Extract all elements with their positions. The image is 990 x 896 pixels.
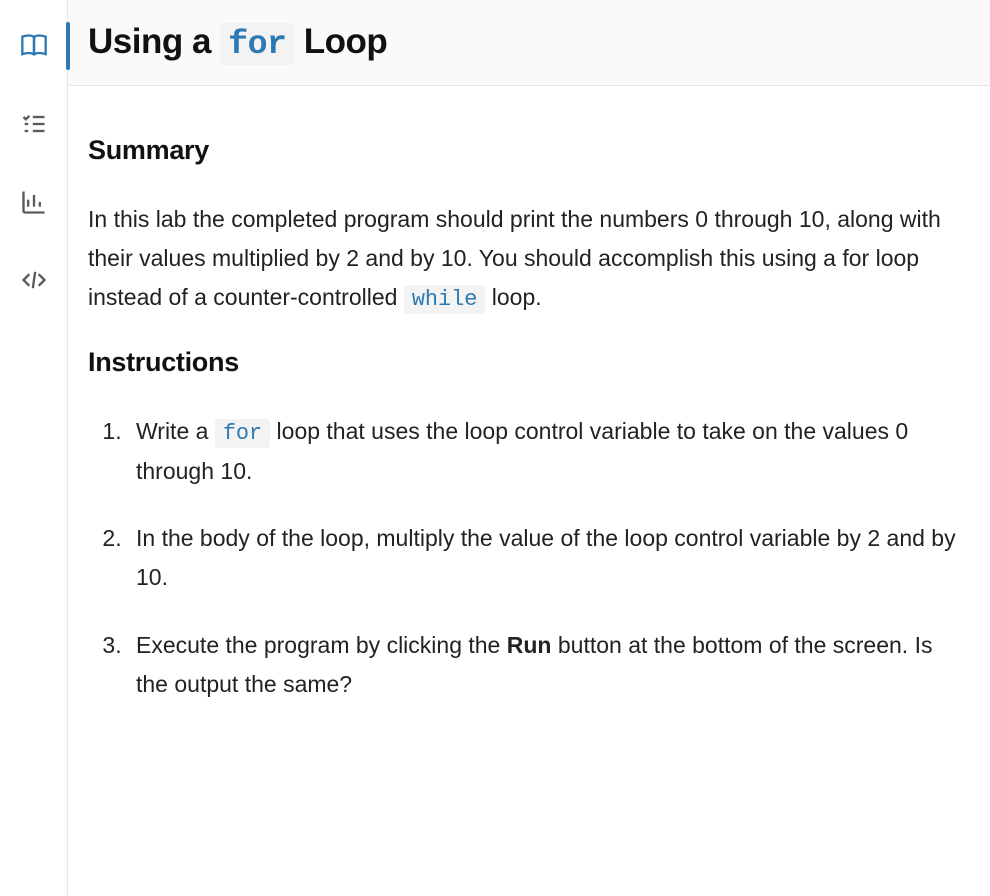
code-icon (20, 266, 48, 294)
main-panel: Using a for Loop Summary In this lab the… (68, 0, 990, 896)
instructions-list: Write a for loop that uses the loop cont… (88, 412, 962, 704)
page-header: Using a for Loop (68, 0, 990, 86)
sidebar-item-checklist[interactable] (16, 106, 52, 142)
instructions-heading: Instructions (88, 340, 962, 386)
sidebar-item-book[interactable] (16, 28, 52, 64)
sidebar-item-code[interactable] (16, 262, 52, 298)
summary-post: loop. (485, 284, 541, 310)
checklist-icon (20, 110, 48, 138)
app-shell: Using a for Loop Summary In this lab the… (0, 0, 990, 896)
chart-icon (20, 188, 48, 216)
instruction-step-2: In the body of the loop, multiply the va… (128, 519, 962, 597)
title-post: Loop (295, 22, 388, 61)
book-icon (20, 32, 48, 60)
title-code: for (220, 23, 294, 65)
step3-pre: Execute the program by clicking the (136, 632, 507, 658)
instruction-step-1: Write a for loop that uses the loop cont… (128, 412, 962, 491)
sidebar-item-chart[interactable] (16, 184, 52, 220)
summary-code-while: while (404, 285, 486, 314)
step2-text: In the body of the loop, multiply the va… (136, 525, 956, 590)
instruction-step-3: Execute the program by clicking the Run … (128, 626, 962, 704)
content-body: Summary In this lab the completed progra… (68, 86, 990, 762)
step3-strong-run: Run (507, 632, 552, 658)
sidebar-nav (0, 0, 68, 896)
title-pre: Using a (88, 22, 220, 61)
summary-heading: Summary (88, 128, 962, 174)
step1-pre: Write a (136, 418, 215, 444)
page-title: Using a for Loop (88, 22, 970, 63)
step1-code-for: for (215, 419, 270, 448)
summary-paragraph: In this lab the completed program should… (88, 200, 962, 318)
